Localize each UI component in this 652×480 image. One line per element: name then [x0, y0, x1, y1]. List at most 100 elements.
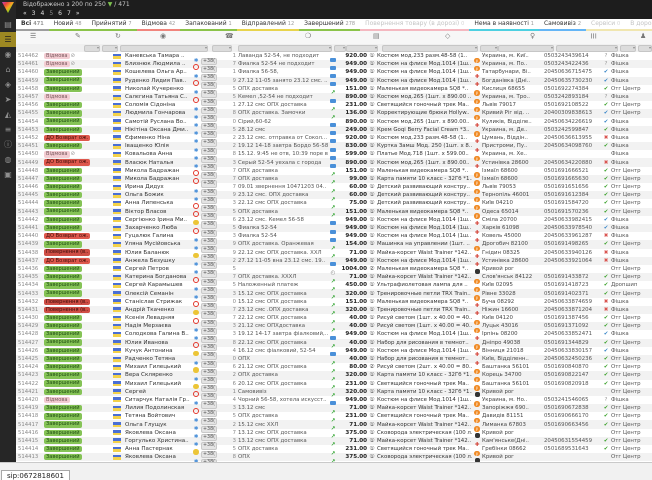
- status-badge[interactable]: Завершений: [44, 127, 82, 133]
- status-badge[interactable]: Відмова: [44, 94, 70, 100]
- status-info-icon[interactable]: ⊘: [71, 61, 76, 67]
- status-badge[interactable]: Завершений: [44, 168, 82, 174]
- filter-dropdown-0[interactable]: ▾: [84, 45, 100, 52]
- status-badge[interactable]: Завершений: [44, 86, 82, 92]
- tab-Новий[interactable]: Новий 48: [49, 19, 87, 31]
- status-list-icon[interactable]: ☰: [30, 32, 36, 40]
- location-pin-icon[interactable]: ♀: [530, 32, 535, 40]
- status-badge[interactable]: Завершений: [44, 331, 82, 337]
- status-badge[interactable]: Завершений: [44, 389, 82, 395]
- filter-dropdown-12[interactable]: ▾: [638, 45, 652, 52]
- status-badge[interactable]: Завершений: [44, 102, 82, 108]
- dashboard-icon[interactable]: ▤: [0, 17, 16, 32]
- status-badge[interactable]: Завершений: [44, 241, 82, 247]
- status-badge[interactable]: Завершений: [44, 266, 82, 272]
- pager-page-7[interactable]: 7: [67, 9, 71, 18]
- tab-Запакований[interactable]: Запакований 1: [180, 19, 236, 31]
- refresh-icon[interactable]: ↻: [115, 32, 121, 40]
- tab-Відправлений[interactable]: Відправлений 12: [237, 19, 299, 31]
- status-badge[interactable]: Завершений: [44, 348, 82, 354]
- status-badge[interactable]: Завершений: [44, 274, 82, 280]
- pager-page-3[interactable]: 3: [32, 9, 36, 18]
- status-badge[interactable]: Завершений: [44, 339, 82, 345]
- tab-Всі[interactable]: Всі 471: [16, 19, 49, 31]
- status-badge[interactable]: Завершений: [44, 69, 82, 75]
- status-badge[interactable]: Завершений: [44, 77, 82, 83]
- status-badge[interactable]: ДО Возврат ож.: [44, 233, 90, 239]
- tab-Прийнятий[interactable]: Прийнятий 7: [87, 19, 137, 31]
- tab-Самовивіз[interactable]: Самовивіз 2: [539, 19, 586, 31]
- tab-Відмова[interactable]: Відмова 42: [137, 19, 181, 31]
- barcode-icon[interactable]: ☰: [589, 33, 597, 39]
- status-badge[interactable]: Завершений: [44, 225, 82, 231]
- status-badge[interactable]: Завершений: [44, 372, 82, 378]
- filter-dropdown-11[interactable]: ▾: [620, 45, 636, 52]
- status-badge[interactable]: Завершений: [44, 405, 82, 411]
- filter-dropdown-6[interactable]: ▾: [346, 45, 378, 52]
- money-icon[interactable]: ▤: [373, 32, 380, 40]
- filter-dropdown-9[interactable]: ▾: [498, 45, 554, 52]
- tab-Сервіси[interactable]: Сервіси 0: [586, 19, 625, 31]
- marketing-megaphone-icon[interactable]: ➤: [0, 92, 16, 107]
- status-badge[interactable]: Завершений: [44, 364, 82, 370]
- status-badge[interactable]: Повернення (в..: [44, 249, 90, 255]
- basket-icon[interactable]: ◇: [445, 32, 450, 40]
- filter-dropdown-10[interactable]: ▾: [556, 45, 618, 52]
- filter-dropdown-3[interactable]: ▾: [212, 45, 232, 52]
- status-badge[interactable]: Завершений: [44, 380, 82, 386]
- products-tag-icon[interactable]: ◈: [0, 77, 16, 92]
- status-badge[interactable]: Завершений: [44, 217, 82, 223]
- sip-caller-id[interactable]: sip:0672818601: [1, 470, 70, 480]
- tab-Нема в наявності[interactable]: Нема в наявності 1: [469, 19, 539, 31]
- statistics-chart-icon[interactable]: ◭: [0, 107, 16, 122]
- settings-sliders-icon[interactable]: ≡: [0, 122, 16, 137]
- status-badge[interactable]: Відмова: [44, 397, 70, 403]
- status-badge[interactable]: ДО Возврат ож.: [44, 135, 90, 141]
- status-badge[interactable]: Завершений: [44, 290, 82, 296]
- phone-icon[interactable]: ☎: [225, 32, 234, 40]
- status-badge[interactable]: Завершений: [44, 184, 82, 190]
- status-badge[interactable]: Повернення (в..: [44, 307, 90, 313]
- chat-bubble-icon[interactable]: ❍: [305, 32, 311, 40]
- filter-dropdown-8[interactable]: ▾: [480, 45, 498, 52]
- status-badge[interactable]: Завершений: [44, 413, 82, 419]
- status-badge[interactable]: Завершений: [44, 356, 82, 362]
- status-badge[interactable]: Завершений: [44, 454, 82, 460]
- status-badge[interactable]: Завершений: [44, 438, 82, 444]
- status-badge[interactable]: Завершений: [44, 446, 82, 452]
- filter-dropdown-1[interactable]: ▾: [102, 45, 118, 52]
- status-badge[interactable]: Завершений: [44, 315, 82, 321]
- pager-first-icon[interactable]: «: [23, 9, 27, 18]
- manager-person-icon[interactable]: ♟: [640, 32, 646, 40]
- orders-list-icon[interactable]: ☰: [0, 32, 16, 47]
- edit-pencil-icon[interactable]: ✎: [75, 32, 81, 40]
- video-icon[interactable]: ▣: [0, 167, 16, 182]
- status-badge[interactable]: Завершений: [44, 208, 82, 214]
- status-badge[interactable]: Завершений: [44, 143, 82, 149]
- status-badge[interactable]: Завершений: [44, 421, 82, 427]
- status-badge[interactable]: ДО Возврат ож.: [44, 159, 90, 165]
- status-badge[interactable]: Завершений: [44, 430, 82, 436]
- filter-dropdown-2[interactable]: ▾: [120, 45, 208, 52]
- status-badge[interactable]: Завершений: [44, 323, 82, 329]
- app-logo-icon[interactable]: [2, 2, 14, 13]
- filter-dropdown-4[interactable]: ▾: [238, 45, 332, 52]
- status-badge[interactable]: Завершений: [44, 200, 82, 206]
- status-info-icon[interactable]: ⊘: [71, 53, 76, 59]
- tab-Завершений[interactable]: Завершений 278: [299, 19, 360, 31]
- status-badge[interactable]: Завершений: [44, 192, 82, 198]
- globe-icon[interactable]: ◍: [0, 152, 16, 167]
- per-page-caret-icon[interactable]: ▼: [108, 1, 113, 8]
- company-icon[interactable]: ⌂: [0, 62, 16, 77]
- status-badge[interactable]: Відмова: [44, 53, 70, 59]
- tab-Повернення товару (в дорозі)[interactable]: Повернення товару (в дорозі) 0: [360, 19, 469, 31]
- status-badge[interactable]: Відмова: [44, 61, 70, 67]
- status-badge[interactable]: Завершений: [44, 282, 82, 288]
- tab-В дорозі додому[interactable]: В дорозі додому 0: [625, 19, 652, 31]
- pager-page-6[interactable]: 6: [58, 9, 62, 18]
- pager-last-icon[interactable]: »: [76, 9, 80, 18]
- pager-page-4[interactable]: 4: [41, 9, 45, 18]
- status-badge[interactable]: Завершений: [44, 118, 82, 124]
- clients-people-icon[interactable]: ◉: [160, 32, 166, 40]
- status-badge[interactable]: Завершений: [44, 176, 82, 182]
